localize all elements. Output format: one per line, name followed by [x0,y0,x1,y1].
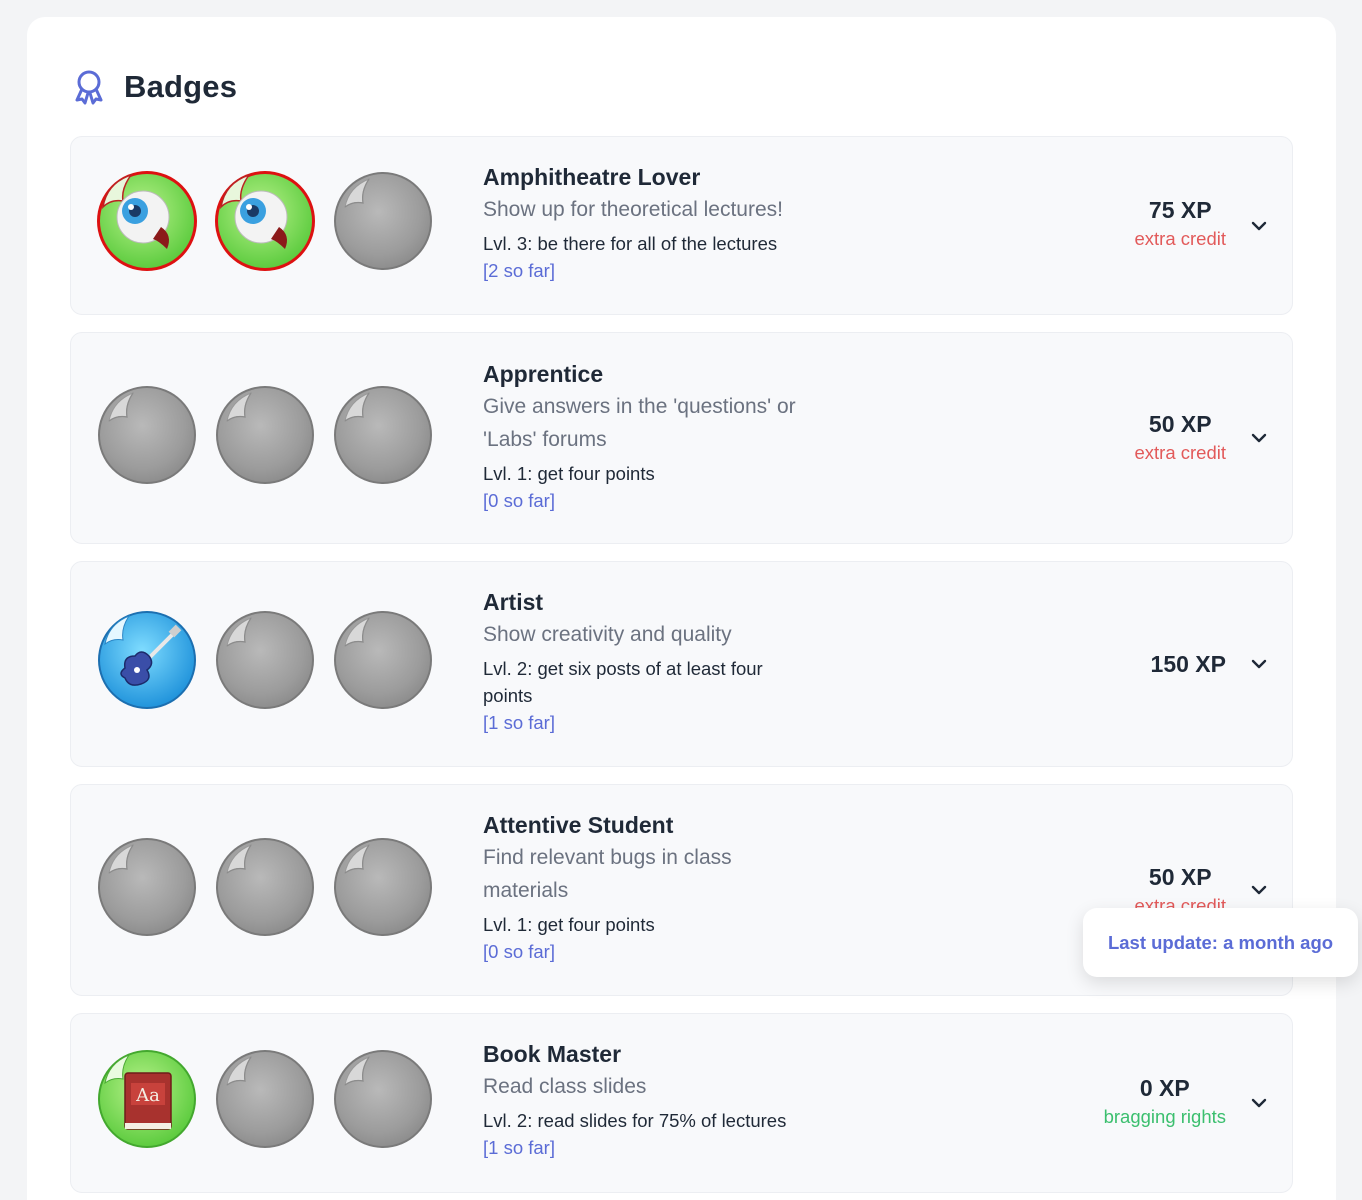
xp-amount: 150 XP [1150,651,1226,677]
badge-name: Amphitheatre Lover [483,164,701,190]
badge-row-artist[interactable]: Artist Show creativity and quality Lvl. … [70,561,1293,767]
locked-medal-icon [95,835,199,939]
badge-progress: [2 so far] [483,260,555,281]
medal-group [95,608,449,712]
xp-amount: 0 XP [1139,1075,1190,1101]
badge-progress: [1 so far] [483,712,555,733]
reward-tag: bragging rights [1103,1106,1226,1127]
badge-row-book-master[interactable]: Book Master Read class slides Lvl. 2: re… [70,1013,1293,1193]
badge-progress: [1 so far] [483,1137,555,1158]
badge-info: Artist Show creativity and quality Lvl. … [483,586,843,736]
locked-medal-icon [331,835,435,939]
badge-description: Read class slides [483,1075,647,1098]
badge-level: Lvl. 2: read slides for 75% of lectures [483,1110,787,1131]
chevron-down-icon[interactable] [1250,881,1268,899]
badge-level: Lvl. 1: get four points [483,463,655,484]
page-title: Badges [124,69,238,104]
locked-medal-icon [213,383,317,487]
locked-medal-icon [213,835,317,939]
section-header: Badges [72,67,237,107]
badge-name: Book Master [483,1041,622,1067]
badge-reward: 150 XP [1151,649,1226,679]
xp-amount: 75 XP [1148,197,1212,223]
badge-level: Lvl. 3: be there for all of the lectures [483,233,778,254]
guitar-medal-icon [95,608,199,712]
eyeball-medal-icon [213,169,317,273]
badge-level: Lvl. 2: get six posts of at least four p… [483,658,763,706]
medal-group [95,169,449,273]
chevron-down-icon[interactable] [1250,429,1268,447]
xp-amount: 50 XP [1148,864,1212,890]
badge-info: Attentive Student Find relevant bugs in … [483,809,843,965]
eyeball-medal-icon [95,169,199,273]
badge-info: Amphitheatre Lover Show up for theoretic… [483,161,843,284]
xp-amount: 50 XP [1148,411,1212,437]
award-ribbon-icon [75,70,103,105]
badge-level: Lvl. 1: get four points [483,914,655,935]
locked-medal-icon [95,383,199,487]
locked-medal-icon [213,608,317,712]
locked-medal-icon [331,1047,435,1151]
medal-group [95,1047,449,1151]
badge-reward: 50 XP extra credit [1134,409,1226,467]
badge-row-amphitheatre-lover[interactable]: Amphitheatre Lover Show up for theoretic… [70,136,1293,315]
badge-progress: [0 so far] [483,490,555,511]
badge-reward: 75 XP extra credit [1134,195,1226,253]
badge-name: Artist [483,589,544,615]
reward-tag: extra credit [1134,442,1226,463]
badge-name: Apprentice [483,361,604,387]
badge-description: Give answers in the 'questions' or 'Labs… [483,395,796,451]
medal-group [95,383,449,487]
chevron-down-icon[interactable] [1250,1094,1268,1112]
badge-row-apprentice[interactable]: Apprentice Give answers in the 'question… [70,332,1293,544]
reward-tag: extra credit [1134,228,1226,249]
tooltip-text: Last update: a month ago [1107,931,1334,953]
badge-name: Attentive Student [483,812,674,838]
chevron-down-icon[interactable] [1250,217,1268,235]
chevron-down-icon[interactable] [1250,655,1268,673]
badge-info: Apprentice Give answers in the 'question… [483,358,843,514]
badge-progress: [0 so far] [483,941,555,962]
badge-description: Show creativity and quality [483,623,732,646]
badge-description: Show up for theoretical lectures! [483,198,783,221]
last-update-tooltip: Last update: a month ago [1083,908,1358,977]
locked-medal-icon [331,608,435,712]
medal-group [95,835,449,939]
locked-medal-icon [331,169,435,273]
badge-reward: 0 XP bragging rights [1104,1073,1226,1131]
locked-medal-icon [331,383,435,487]
badge-info: Book Master Read class slides Lvl. 2: re… [483,1038,843,1161]
locked-medal-icon [213,1047,317,1151]
badge-description: Find relevant bugs in class materials [483,846,732,902]
book-medal-icon [95,1047,199,1151]
badges-card: Badges Amphitheatre Lover Show up for th… [27,17,1336,1200]
